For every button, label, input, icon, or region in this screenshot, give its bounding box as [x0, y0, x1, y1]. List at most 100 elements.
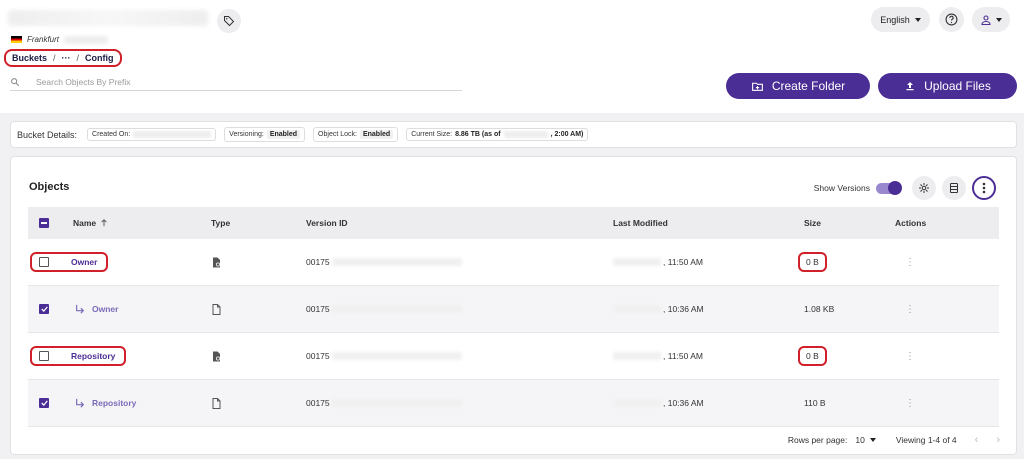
versioning-chip: Versioning: Enabled [224, 127, 306, 142]
object-size: 0 B [798, 346, 827, 366]
breadcrumb-separator: / [53, 53, 56, 63]
create-folder-button[interactable]: Create Folder [726, 73, 870, 99]
version-id-cell: 00175 [306, 333, 462, 379]
last-modified-time: , 10:36 AM [663, 304, 704, 314]
germany-flag-icon [11, 36, 22, 43]
top-bar: Frankfurt Buckets / ··· / Config Search … [0, 0, 1024, 113]
name-column-header[interactable]: Name [73, 207, 108, 239]
row-checkbox[interactable] [39, 398, 49, 408]
upload-icon [906, 82, 914, 91]
actions-column-header: Actions [895, 218, 927, 228]
columns-button[interactable] [942, 176, 966, 200]
created-on-label: Created On: [92, 131, 131, 138]
viewing-range: Viewing 1-4 of 4 [895, 435, 957, 445]
upload-files-button[interactable]: Upload Files [878, 73, 1017, 99]
version-id-cell: 00175 [306, 286, 462, 332]
version-id-prefix: 00175 [306, 351, 330, 361]
select-all-cell [39, 207, 49, 239]
object-size: 1.08 KB [804, 304, 835, 314]
row-actions-button[interactable]: ⋮ [905, 333, 915, 379]
table-row[interactable]: Repository 00175 , 10:36 AM 110 B ⋮ [28, 380, 999, 427]
name-cell [39, 286, 49, 332]
show-versions-toggle[interactable] [876, 180, 902, 195]
bucket-details-bar: Bucket Details: Created On: Versioning: … [10, 121, 1017, 148]
type-cell [212, 333, 221, 379]
current-size-date-redacted [503, 131, 548, 138]
breadcrumb-ellipsis[interactable]: ··· [62, 53, 71, 63]
version-id-column-header: Version ID [306, 218, 348, 228]
last-modified-cell: , 11:50 AM [613, 333, 703, 379]
current-size-chip: Current Size: 8.86 TB (as of , 2:00 AM) [406, 128, 589, 141]
version-id-cell: 00175 [306, 239, 462, 285]
rows-per-page-value: 10 [855, 435, 865, 445]
row-actions-button[interactable]: ⋮ [905, 239, 915, 285]
create-folder-label: Create Folder [771, 79, 846, 93]
object-version-name[interactable]: Owner [92, 304, 118, 314]
check-icon [40, 306, 48, 312]
type-cell [212, 239, 221, 285]
file-versions-icon [213, 351, 220, 361]
search-input[interactable]: Search Objects By Prefix [36, 77, 130, 87]
date-redacted [613, 258, 661, 266]
chevron-down-icon [914, 17, 921, 22]
more-options-button[interactable] [972, 176, 996, 200]
version-id-cell: 00175 [306, 380, 462, 426]
row-checkbox[interactable] [39, 351, 49, 361]
row-actions-button[interactable]: ⋮ [905, 380, 915, 426]
object-name-link[interactable]: Repository [71, 351, 115, 361]
breadcrumb-current: Config [85, 53, 114, 63]
user-icon [981, 14, 991, 25]
version-id-redacted [331, 352, 462, 360]
chevron-left-icon[interactable]: ‹ [975, 434, 979, 446]
object-version-name[interactable]: Repository [92, 398, 136, 408]
help-icon [945, 13, 958, 26]
tag-icon [224, 16, 235, 27]
version-id-redacted [331, 399, 462, 407]
breadcrumb: Buckets / ··· / Config [4, 49, 122, 67]
version-arrow-icon [76, 304, 85, 314]
chevron-right-icon[interactable]: › [996, 434, 1000, 446]
last-modified-time: , 10:36 AM [663, 398, 704, 408]
type-column-header: Type [211, 218, 231, 228]
search-icon [11, 78, 20, 87]
table-row[interactable]: Owner 00175 , 11:50 AM 0 B ⋮ [28, 239, 999, 286]
type-cell [212, 286, 221, 332]
file-icon [212, 303, 221, 315]
table-row[interactable]: Owner 00175 , 10:36 AM 1.08 KB ⋮ [28, 286, 999, 333]
objects-title: Objects [29, 181, 70, 193]
sort-up-icon [101, 219, 107, 227]
upload-files-label: Upload Files [924, 79, 991, 93]
size-cell: 110 B [804, 380, 826, 426]
version-id-prefix: 00175 [306, 398, 330, 408]
name-header-label: Name [73, 218, 97, 228]
row-actions-button[interactable]: ⋮ [905, 286, 915, 332]
version-name-cell: Repository [75, 380, 136, 426]
object-size: 0 B [798, 252, 827, 272]
object-name-link[interactable]: Owner [71, 257, 97, 267]
bucket-details-label: Bucket Details: [17, 129, 78, 140]
size-cell: 1.08 KB [804, 286, 834, 332]
versioning-label: Versioning: [229, 131, 264, 138]
help-button[interactable] [939, 7, 964, 32]
row-checkbox[interactable] [39, 304, 49, 314]
search-bar[interactable]: Search Objects By Prefix [10, 74, 462, 91]
tag-button[interactable] [217, 9, 241, 33]
date-redacted [613, 352, 661, 360]
object-lock-value: Enabled [359, 130, 394, 139]
check-icon [40, 400, 48, 406]
user-menu-button[interactable] [972, 7, 1010, 32]
breadcrumb-separator: / [76, 53, 80, 63]
language-selector[interactable]: English [871, 7, 930, 32]
language-label: English [880, 14, 910, 25]
select-all-checkbox[interactable] [39, 218, 49, 228]
region-indicator: Frankfurt [11, 35, 109, 44]
name-cell: Repository [30, 333, 127, 379]
version-id-prefix: 00175 [306, 304, 330, 314]
settings-button[interactable] [912, 176, 936, 200]
columns-icon [950, 183, 958, 193]
row-checkbox[interactable] [39, 257, 49, 267]
show-versions-label: Show Versions [813, 183, 870, 193]
breadcrumb-buckets[interactable]: Buckets [12, 53, 47, 63]
table-row[interactable]: Repository 00175 , 11:50 AM 0 B ⋮ [28, 333, 999, 380]
rows-per-page-select[interactable]: 10 [855, 435, 876, 445]
